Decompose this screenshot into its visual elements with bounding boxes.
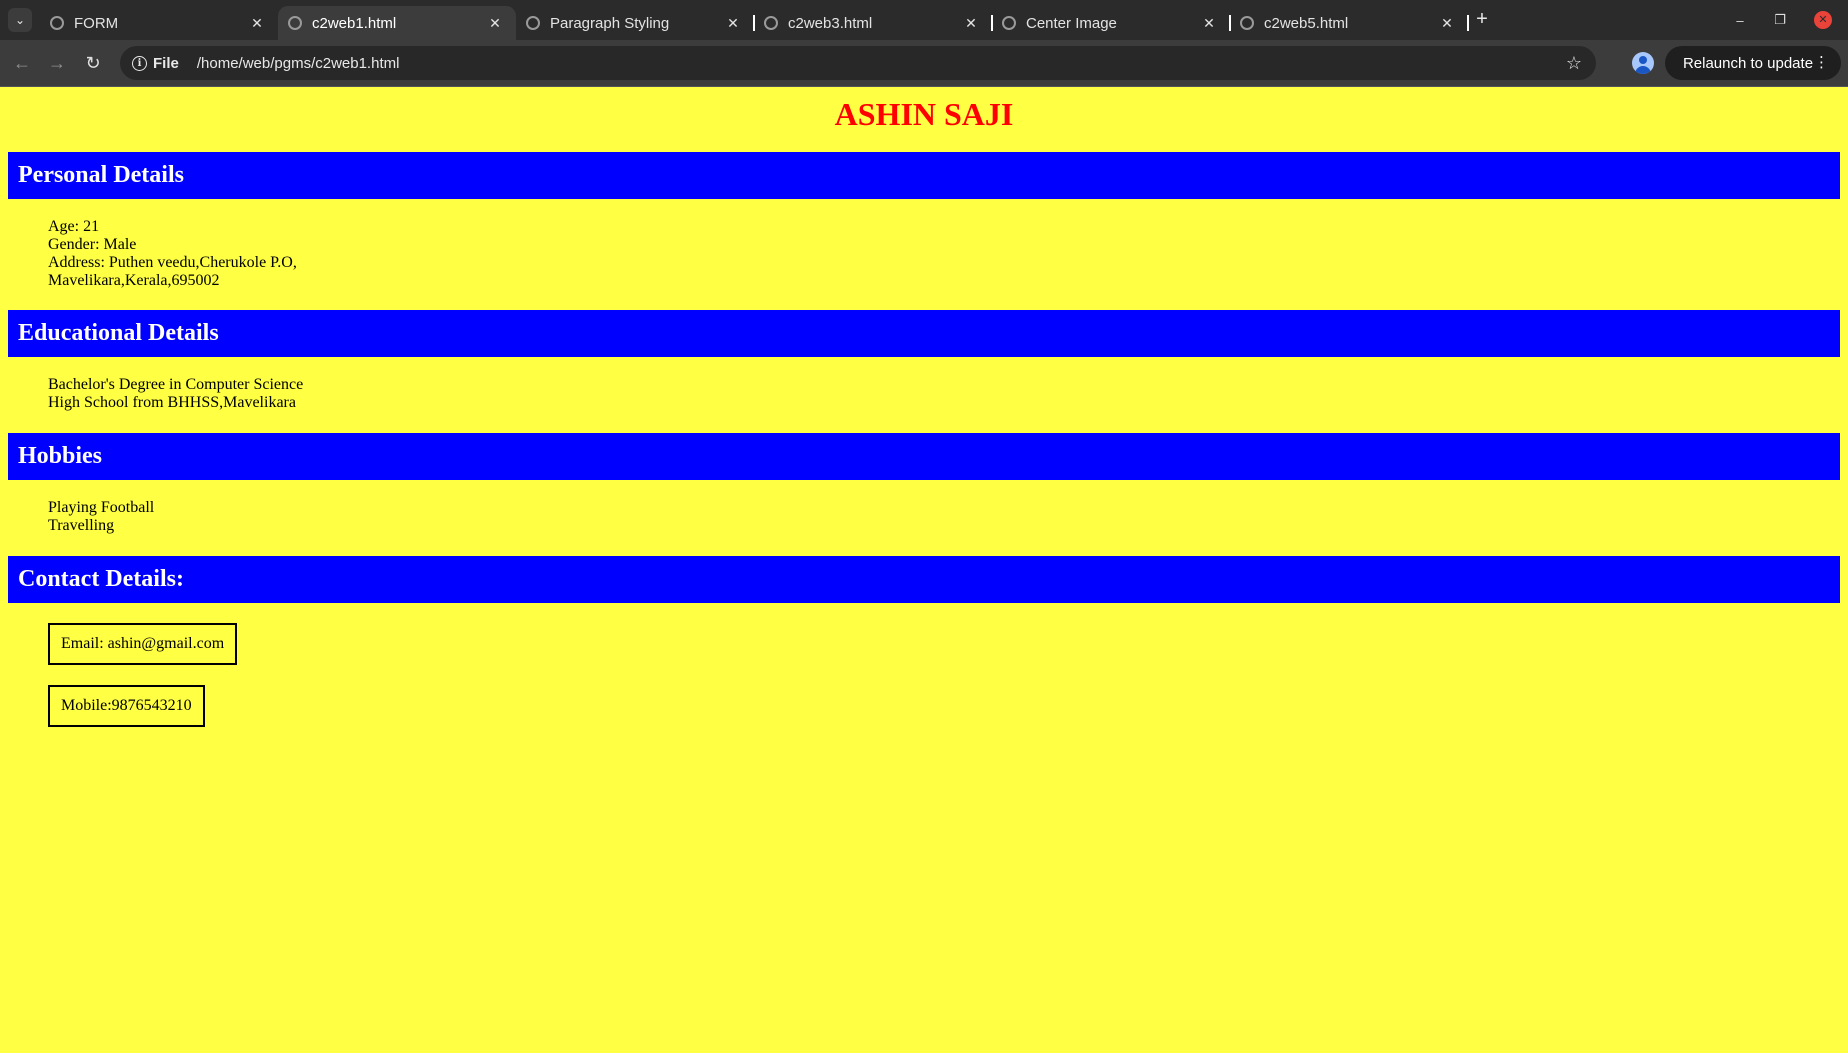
relaunch-label: Relaunch to update bbox=[1682, 54, 1814, 72]
section-heading-contact: Contact Details: bbox=[8, 556, 1840, 603]
forward-arrow-icon[interactable]: → bbox=[46, 52, 68, 74]
minimize-icon[interactable]: – bbox=[1720, 13, 1760, 28]
page-content: ASHIN SAJI Personal Details Age: 21 Gend… bbox=[0, 87, 1848, 1053]
reload-icon[interactable]: ↻ bbox=[82, 52, 104, 74]
tab-c2web5[interactable]: c2web5.html ✕ bbox=[1230, 6, 1469, 40]
hobby-item: Travelling bbox=[48, 517, 115, 534]
address-line-2: Mavelikara,Kerala,695002 bbox=[48, 272, 220, 289]
globe-icon bbox=[526, 16, 540, 30]
window-close-icon[interactable]: ✕ bbox=[1814, 11, 1832, 29]
tab-form[interactable]: FORM ✕ bbox=[40, 6, 278, 40]
globe-icon bbox=[50, 16, 64, 30]
school-text: High School from BHHSS,Mavelikara bbox=[48, 394, 296, 411]
address-line-1: Address: Puthen veedu,Cherukole P.O, bbox=[48, 254, 297, 271]
tab-title: Paragraph Styling bbox=[550, 14, 670, 32]
tab-c2web3[interactable]: c2web3.html ✕ bbox=[754, 6, 993, 40]
close-icon[interactable]: ✕ bbox=[962, 15, 980, 32]
window-controls: – ❐ ✕ bbox=[1720, 0, 1848, 40]
page-title: ASHIN SAJI bbox=[834, 96, 1014, 132]
close-icon[interactable]: ✕ bbox=[248, 15, 266, 32]
address-url[interactable]: /home/web/pgms/c2web1.html bbox=[197, 55, 400, 72]
tab-list: FORM ✕ c2web1.html ✕ Paragraph Styling ✕… bbox=[40, 6, 1469, 40]
profile-avatar-icon[interactable] bbox=[1632, 52, 1654, 74]
close-icon[interactable]: ✕ bbox=[486, 15, 504, 32]
globe-icon bbox=[1240, 16, 1254, 30]
gender-text: Gender: Male bbox=[48, 236, 137, 253]
degree-text: Bachelor's Degree in Computer Science bbox=[48, 376, 304, 393]
mobile-box: Mobile:9876543210 bbox=[48, 685, 205, 727]
tab-title: Center Image bbox=[1026, 14, 1117, 32]
new-tab-plus-icon[interactable]: + bbox=[1470, 8, 1494, 32]
relaunch-button[interactable]: Relaunch to update ⋮ bbox=[1665, 46, 1841, 80]
tab-strip: ⌄ FORM ✕ c2web1.html ✕ Paragraph Styling… bbox=[0, 0, 1848, 40]
close-icon[interactable]: ✕ bbox=[1438, 15, 1456, 32]
bookmark-star-icon[interactable]: ☆ bbox=[1566, 53, 1582, 74]
browser-toolbar: ← → ↻ i File /home/web/pgms/c2web1.html … bbox=[0, 40, 1848, 87]
globe-icon bbox=[764, 16, 778, 30]
back-arrow-icon[interactable]: ← bbox=[11, 52, 33, 74]
more-menu-icon[interactable]: ⋮ bbox=[1814, 53, 1829, 71]
personal-details-body: Age: 21 Gender: Male Address: Puthen vee… bbox=[0, 199, 1848, 310]
close-icon[interactable]: ✕ bbox=[1200, 15, 1218, 32]
tab-separator bbox=[1467, 15, 1469, 31]
tab-paragraph-styling[interactable]: Paragraph Styling ✕ bbox=[516, 6, 755, 40]
address-scheme: File bbox=[153, 54, 179, 72]
tab-title: c2web1.html bbox=[312, 14, 397, 32]
close-icon[interactable]: ✕ bbox=[724, 15, 742, 32]
tab-c2web1[interactable]: c2web1.html ✕ bbox=[278, 6, 516, 40]
contact-details-body: Email: ashin@gmail.com Mobile:9876543210 bbox=[0, 603, 1848, 727]
section-heading-hobbies: Hobbies bbox=[8, 433, 1840, 480]
hobbies-body: Playing Football Travelling bbox=[0, 480, 1848, 556]
tab-search-chevron-icon[interactable]: ⌄ bbox=[8, 8, 32, 32]
tab-title: c2web5.html bbox=[1264, 14, 1349, 32]
tab-title: FORM bbox=[74, 14, 119, 32]
hobby-item: Playing Football bbox=[48, 499, 155, 516]
tab-title: c2web3.html bbox=[788, 14, 873, 32]
restore-icon[interactable]: ❐ bbox=[1760, 12, 1800, 28]
section-heading-education: Educational Details bbox=[8, 310, 1840, 357]
address-bar[interactable]: i File /home/web/pgms/c2web1.html ☆ bbox=[120, 46, 1596, 80]
tab-center-image[interactable]: Center Image ✕ bbox=[992, 6, 1231, 40]
section-heading-personal: Personal Details bbox=[8, 152, 1840, 199]
age-text: Age: 21 bbox=[48, 218, 100, 235]
globe-icon bbox=[1002, 16, 1016, 30]
info-icon[interactable]: i bbox=[132, 55, 147, 71]
email-box: Email: ashin@gmail.com bbox=[48, 623, 238, 665]
educational-details-body: Bachelor's Degree in Computer Science Hi… bbox=[0, 357, 1848, 433]
globe-icon bbox=[288, 16, 302, 30]
